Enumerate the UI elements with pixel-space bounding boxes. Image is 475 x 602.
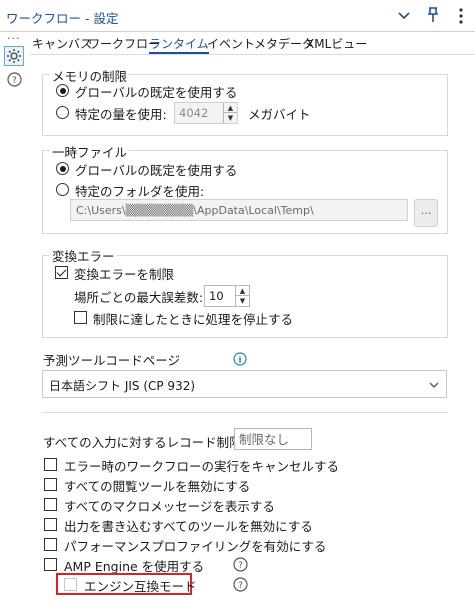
chevron-down-icon[interactable] — [395, 6, 413, 24]
temp-folder-input[interactable]: C:\Users\▒▒▒▒▒▒▒▒\AppData\Local\Temp\ — [70, 199, 408, 221]
memory-specific-label: 特定の量を使用: — [75, 107, 167, 122]
disable-browse-label: すべての閲覧ツールを無効にする — [64, 479, 251, 494]
max-errors-stepper[interactable]: 10 ▲ ▼ — [204, 285, 250, 307]
performance-profiling-label: パフォーマンスプロファイリングを有効にする — [64, 539, 327, 554]
show-macro-messages-label: すべてのマクロメッセージを表示する — [64, 499, 275, 514]
cancel-on-error-checkbox[interactable] — [44, 458, 57, 471]
record-limit-label: すべての入力に対するレコード制限: — [43, 435, 246, 450]
section-divider — [42, 412, 448, 413]
record-limit-field — [234, 428, 312, 450]
ellipsis-icon[interactable]: ··· — [7, 32, 21, 45]
pin-icon[interactable] — [424, 5, 442, 25]
stop-on-limit-checkbox[interactable] — [74, 311, 87, 324]
limit-errors-checkbox[interactable] — [55, 266, 68, 279]
stop-on-limit-label: 制限に達したときに処理を停止する — [93, 312, 294, 327]
browse-button[interactable]: ... — [414, 199, 438, 227]
help-icon[interactable]: ? — [7, 72, 22, 87]
memory-specific-radio[interactable] — [56, 106, 69, 119]
temp-specific-label: 特定のフォルダを使用: — [75, 184, 205, 199]
tab-metadata[interactable]: メタデータ — [254, 35, 314, 52]
memory-amount-value: 4042 — [179, 106, 209, 120]
max-errors-label: 場所ごとの最大誤差数: — [74, 290, 204, 305]
memory-amount-stepper[interactable]: 4042 ▲ ▼ — [174, 102, 238, 124]
temp-folder-path: C:\Users\▒▒▒▒▒▒▒▒\AppData\Local\Temp\ — [76, 204, 314, 217]
title-bar: ワークフロー - 設定 — [0, 0, 475, 32]
codepage-label: 予測ツールコードページ — [43, 353, 181, 368]
help-icon[interactable]: ? — [233, 557, 248, 572]
temp-global-radio[interactable] — [56, 162, 69, 175]
show-macro-messages-checkbox[interactable] — [44, 498, 57, 511]
svg-text:i: i — [238, 356, 242, 366]
chevron-down-icon — [429, 382, 439, 388]
memory-unit-label: メガバイト — [248, 107, 311, 122]
disable-browse-checkbox[interactable] — [44, 478, 57, 491]
amp-engine-checkbox[interactable] — [44, 558, 57, 571]
codepage-select[interactable]: 日本語シフト JIS (CP 932) — [42, 370, 447, 398]
more-options-icon[interactable] — [451, 6, 471, 26]
codepage-value: 日本語シフト JIS (CP 932) — [49, 379, 196, 393]
window-title: ワークフロー - 設定 — [6, 11, 119, 26]
temp-global-label: グローバルの既定を使用する — [75, 163, 238, 178]
stepper-down-icon[interactable]: ▼ — [236, 296, 249, 306]
help-icon[interactable]: ? — [233, 577, 248, 592]
tab-xml-view[interactable]: XMLビュー — [306, 35, 367, 52]
svg-text:?: ? — [12, 76, 17, 86]
gear-icon[interactable] — [4, 46, 24, 66]
tab-events[interactable]: イベント — [207, 35, 255, 52]
svg-text:?: ? — [238, 581, 243, 591]
engine-compat-label: エンジン互換モード — [84, 579, 197, 594]
left-sidebar: ··· ? — [0, 32, 28, 602]
tab-canvas[interactable]: キャンバス — [32, 35, 92, 52]
disable-output-tools-label: 出力を書き込むすべてのツールを無効にする — [64, 519, 313, 534]
memory-global-radio[interactable] — [56, 84, 69, 97]
info-icon[interactable]: i — [233, 352, 247, 366]
memory-global-label: グローバルの既定を使用する — [75, 85, 238, 100]
stepper-up-icon[interactable]: ▲ — [224, 103, 237, 113]
limit-errors-label: 変換エラーを制限 — [74, 267, 175, 282]
record-limit-input[interactable] — [235, 429, 311, 449]
tab-divider — [30, 54, 475, 55]
performance-profiling-checkbox[interactable] — [44, 538, 57, 551]
max-errors-value: 10 — [209, 289, 224, 303]
engine-compat-checkbox[interactable] — [64, 578, 77, 591]
cancel-on-error-label: エラー時のワークフローの実行をキャンセルする — [64, 459, 340, 474]
stepper-down-icon[interactable]: ▼ — [224, 113, 237, 123]
conversion-error-heading: 変換エラー — [50, 246, 117, 265]
stepper-up-icon[interactable]: ▲ — [236, 286, 249, 296]
temp-file-heading: 一時ファイル — [50, 142, 130, 161]
tab-runtime[interactable]: ランタイム — [149, 35, 209, 54]
disable-output-tools-checkbox[interactable] — [44, 518, 57, 531]
svg-text:?: ? — [238, 561, 243, 571]
temp-specific-radio[interactable] — [56, 183, 69, 196]
